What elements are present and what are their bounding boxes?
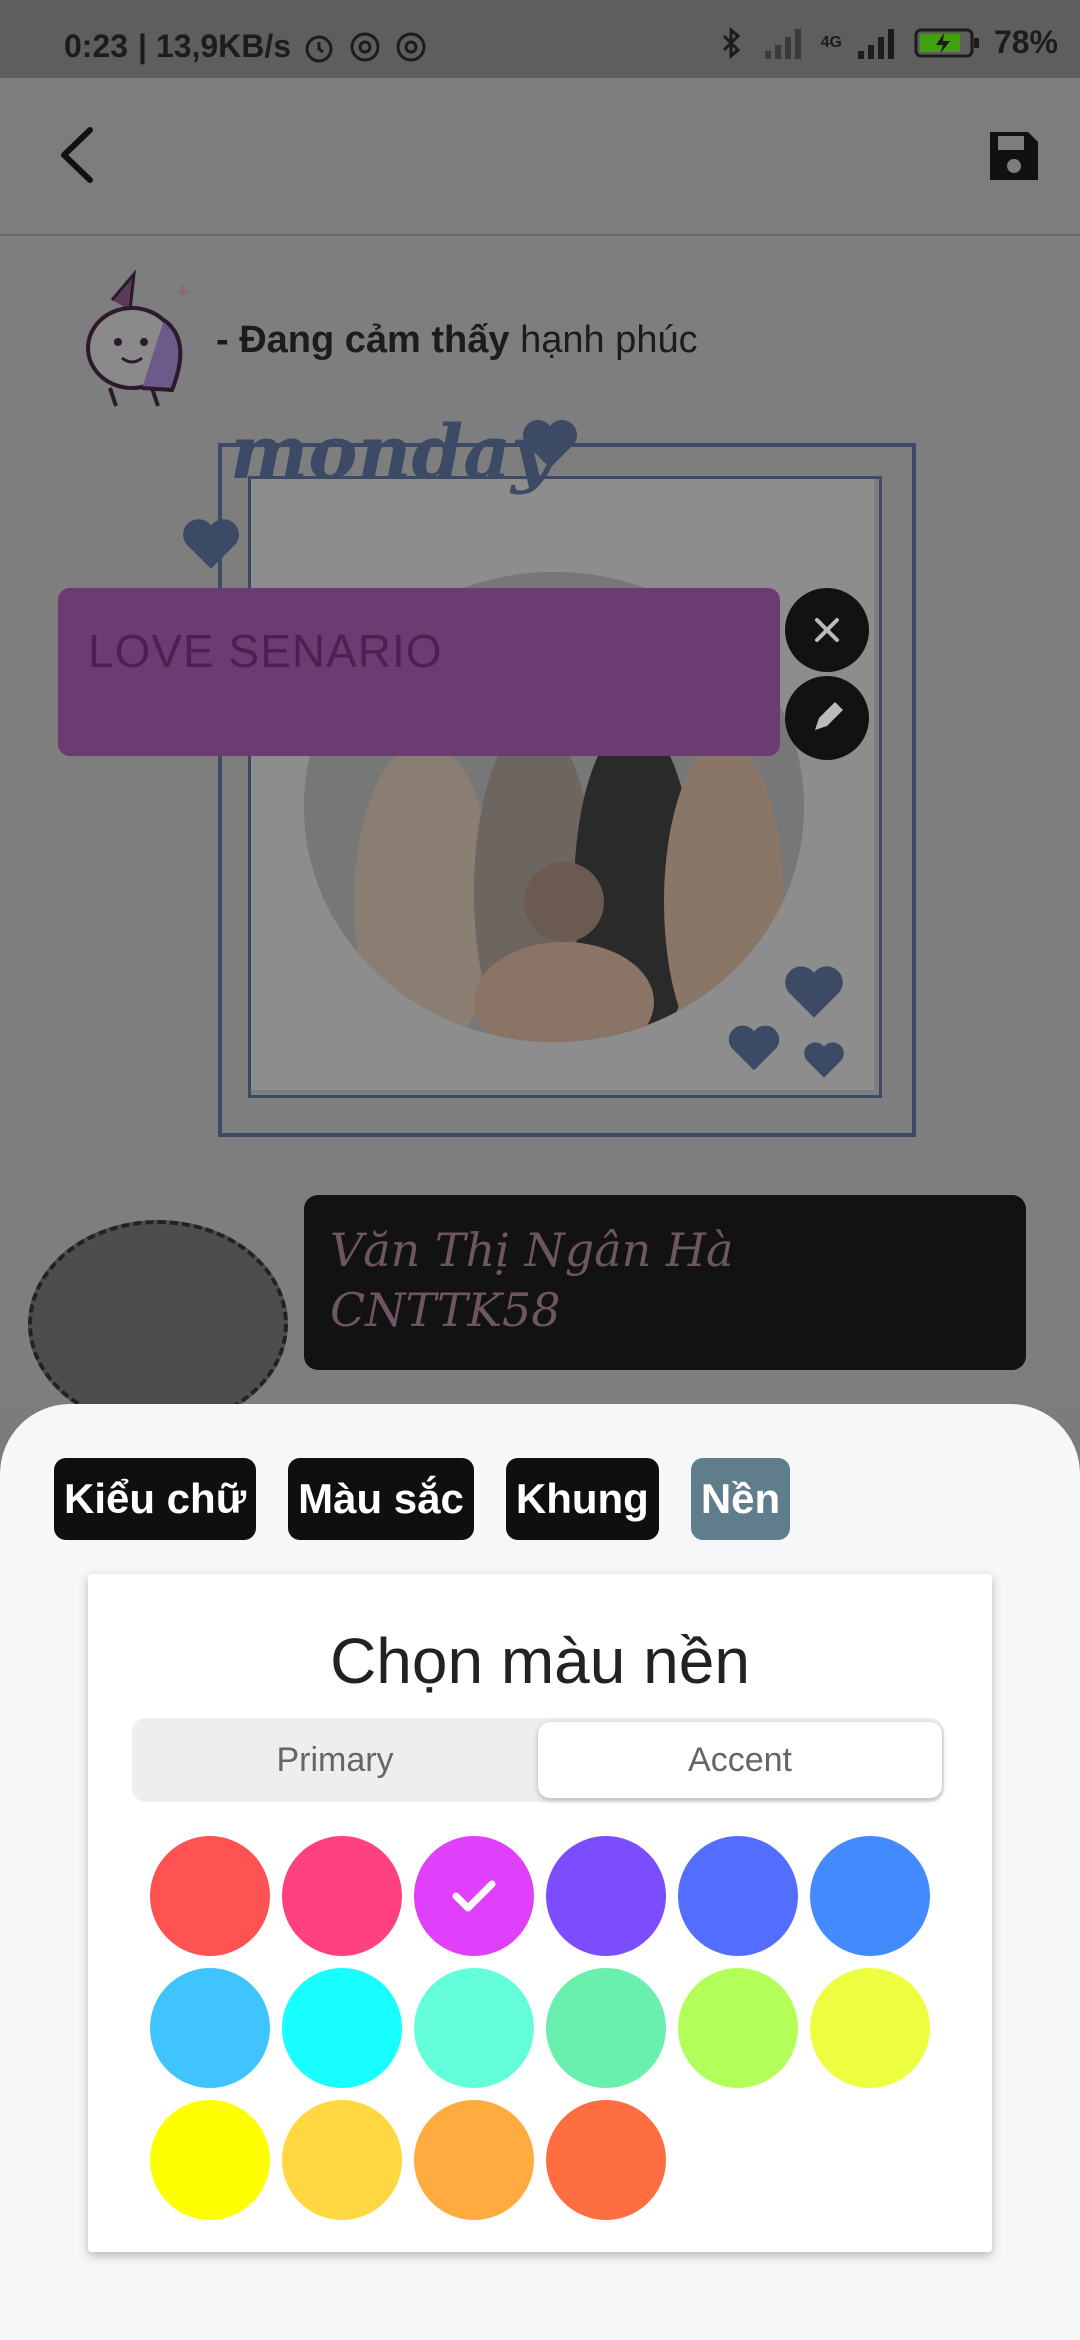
battery-percent: 78% <box>993 24 1058 60</box>
mood-row: ✦ - Đang cảm thấy hạnh phúc <box>72 270 698 410</box>
battery-charging-icon <box>914 28 979 57</box>
app-bar <box>0 78 1080 236</box>
text-box-label: LOVE SENARIO <box>88 625 443 677</box>
heart-icon <box>183 519 239 569</box>
close-icon <box>815 618 839 642</box>
heart-icon <box>785 966 843 1018</box>
color-swatch[interactable] <box>678 1968 798 2088</box>
signal-icon <box>857 28 894 59</box>
color-swatch[interactable] <box>282 2100 402 2220</box>
status-bar: 0:23 | 13,9KB/s 4G 78% <box>0 0 1080 78</box>
check-icon <box>452 1880 496 1912</box>
author-box[interactable]: Văn Thị Ngân Hà CNTTK58 <box>304 1195 1026 1370</box>
network-type: 4G <box>820 33 842 51</box>
color-swatch[interactable] <box>810 1836 930 1956</box>
tab-background[interactable]: Nền <box>690 1458 791 1540</box>
color-swatch[interactable] <box>150 1968 270 2088</box>
monday-sticker: monday <box>230 410 555 496</box>
pencil-icon <box>815 702 843 730</box>
at-icon <box>396 32 426 61</box>
heart-icon <box>523 420 577 468</box>
chevron-left-icon[interactable] <box>50 120 110 190</box>
panel-title: Chọn màu nền <box>330 1625 750 1697</box>
heart-icon <box>804 1042 844 1078</box>
alarm-icon <box>305 35 333 62</box>
color-swatch[interactable] <box>282 1836 402 1956</box>
color-swatch[interactable] <box>810 1968 930 2088</box>
author-name: Văn Thị Ngân Hà <box>330 1223 734 1277</box>
text-box[interactable]: LOVE SENARIO <box>58 588 780 756</box>
bluetooth-icon <box>722 26 740 59</box>
color-picker-panel: Chọn màu nền Primary Accent <box>88 1574 992 2252</box>
color-swatch[interactable] <box>414 1836 534 1956</box>
mood-prefix: - Đang cảm thấy <box>216 318 510 361</box>
color-swatch[interactable] <box>414 1968 534 2088</box>
sheet-tabs: Kiểu chữ Màu sắc Khung Nền <box>54 1458 791 1540</box>
color-swatch[interactable] <box>678 1836 798 1956</box>
status-speed: | 13,9KB/s <box>138 28 292 64</box>
color-swatch[interactable] <box>546 2100 666 2220</box>
edit-button[interactable] <box>785 676 869 760</box>
signal-icon <box>764 28 801 59</box>
color-swatch[interactable] <box>150 2100 270 2220</box>
segment-accent[interactable]: Accent <box>538 1722 942 1798</box>
heart-icon <box>728 1025 780 1071</box>
color-swatch[interactable] <box>546 1836 666 1956</box>
tab-color[interactable]: Màu sắc <box>288 1458 474 1540</box>
tab-frame[interactable]: Khung <box>505 1458 659 1540</box>
color-swatch[interactable] <box>546 1968 666 2088</box>
author-class: CNTTK58 <box>330 1283 561 1337</box>
svg-text:✦: ✦ <box>172 279 192 306</box>
avatar <box>28 1220 288 1428</box>
color-swatch[interactable] <box>414 2100 534 2220</box>
palette-segment: Primary Accent <box>132 1718 944 1802</box>
segment-primary[interactable]: Primary <box>132 1718 538 1802</box>
mood-value: hạnh phúc <box>520 318 698 361</box>
at-icon <box>350 32 380 61</box>
unicorn-sticker-icon: ✦ <box>86 270 192 407</box>
color-swatch[interactable] <box>282 1968 402 2088</box>
delete-button[interactable] <box>785 588 869 672</box>
color-swatch[interactable] <box>150 1836 270 1956</box>
status-time: 0:23 <box>64 28 129 64</box>
floppy-disk-icon[interactable] <box>986 128 1042 184</box>
tab-font[interactable]: Kiểu chữ <box>54 1458 257 1540</box>
